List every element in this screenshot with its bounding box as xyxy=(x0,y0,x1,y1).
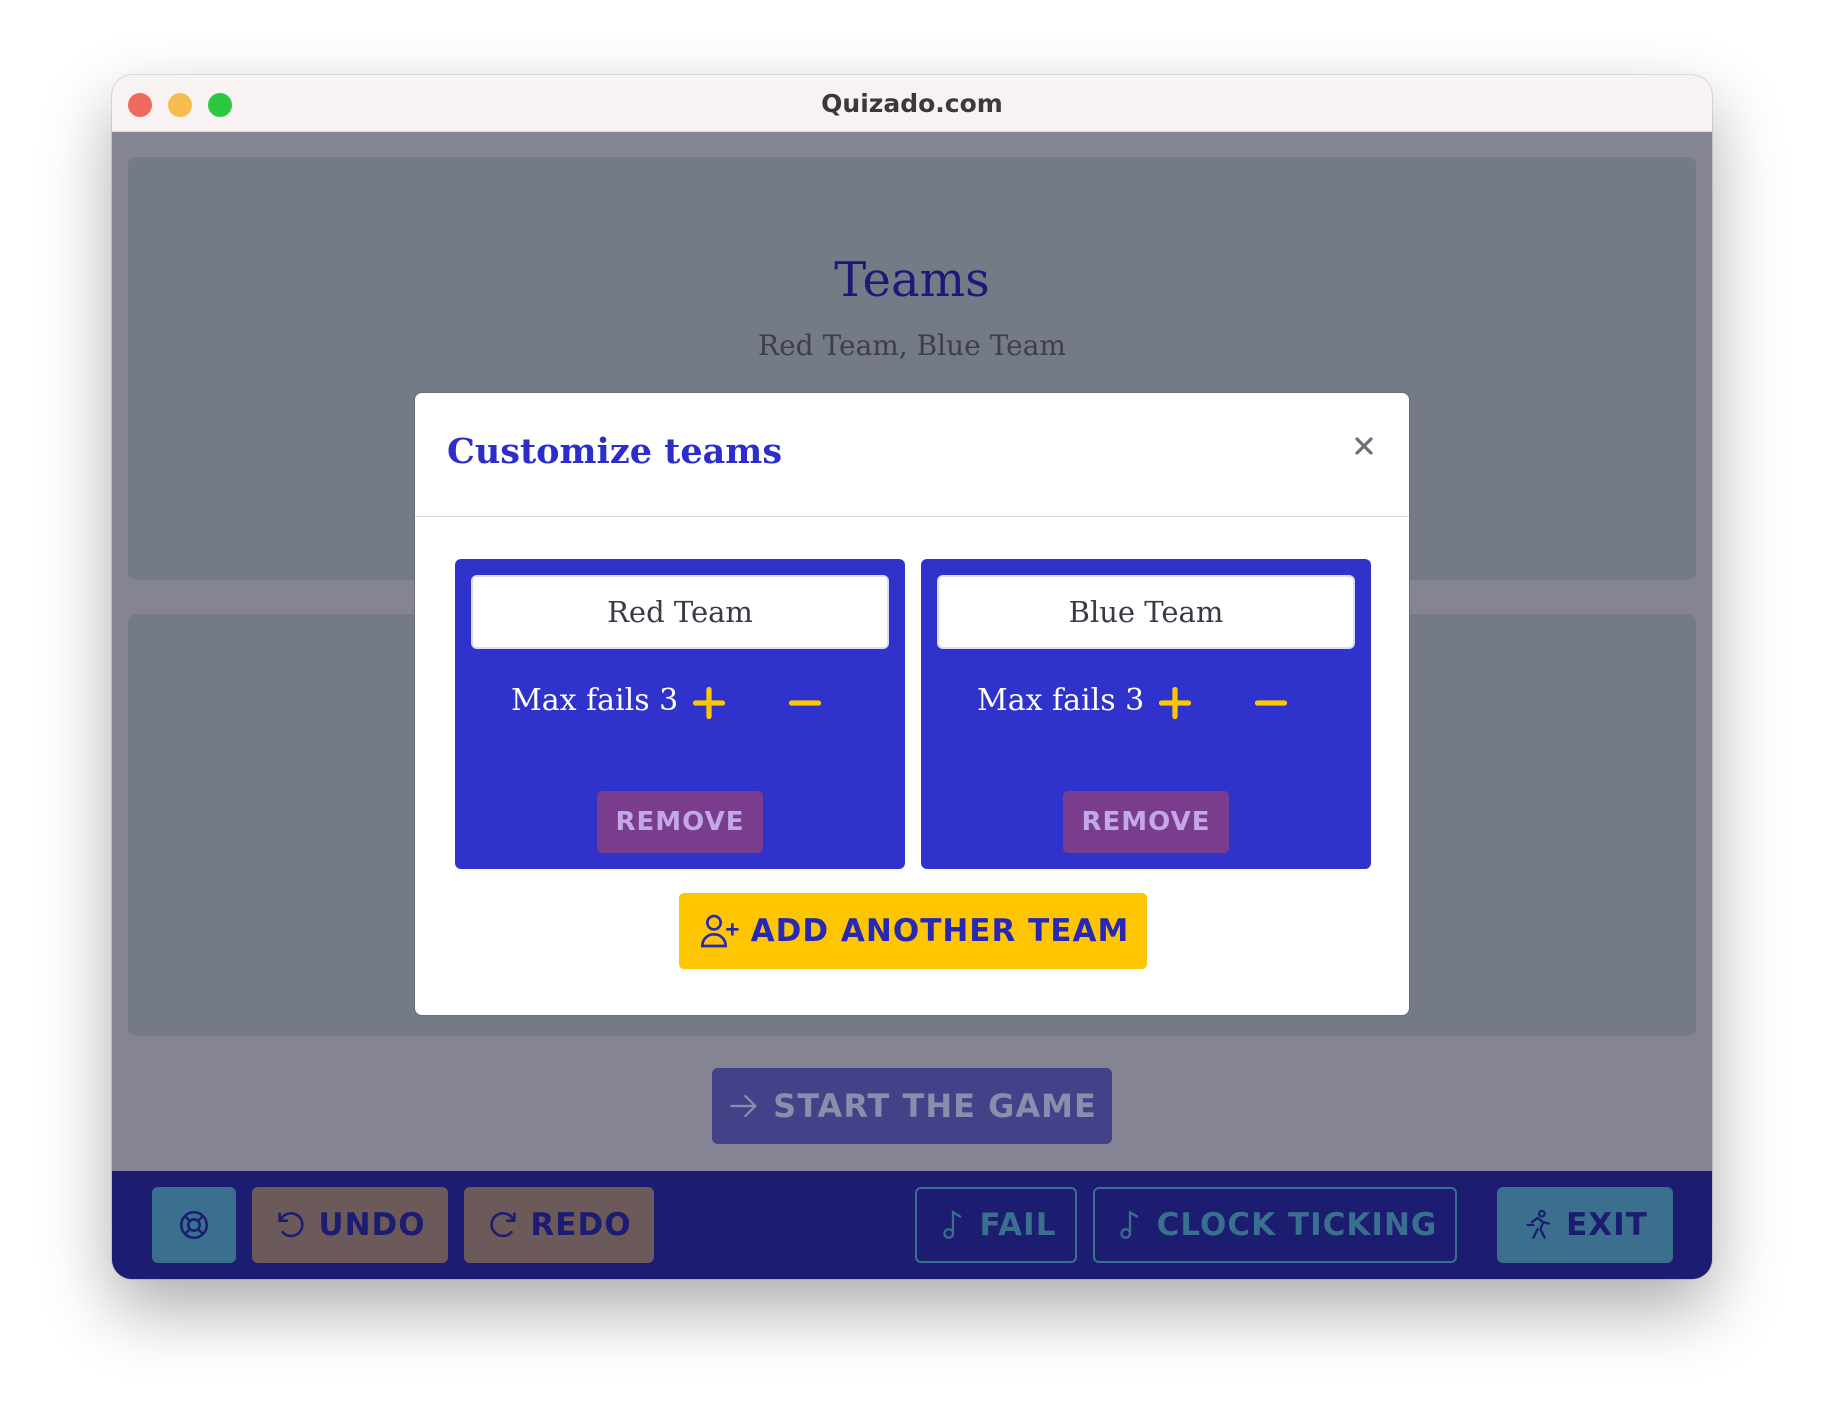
add-team-button[interactable]: ADD ANOTHER TEAM xyxy=(679,893,1147,969)
redo-label: REDO xyxy=(530,1207,632,1243)
teams-heading: Teams xyxy=(834,252,990,308)
team-card-red: Max fails 3 REMOVE xyxy=(455,559,905,869)
lifebuoy-icon xyxy=(179,1210,209,1240)
running-exit-icon xyxy=(1526,1209,1551,1239)
team-name-input[interactable] xyxy=(471,575,889,649)
undo-icon xyxy=(278,1212,305,1238)
plus-icon[interactable] xyxy=(691,685,727,721)
title-bar: Quizado.com xyxy=(112,75,1712,132)
modal-header: Customize teams xyxy=(415,393,1409,517)
max-fails-label: Max fails 3 xyxy=(511,683,679,718)
remove-team-button[interactable]: REMOVE xyxy=(1063,791,1229,853)
redo-button[interactable]: REDO xyxy=(464,1187,654,1263)
max-fails-label: Max fails 3 xyxy=(977,683,1145,718)
plus-icon[interactable] xyxy=(1157,685,1193,721)
clock-ticking-label: CLOCK TICKING xyxy=(1156,1207,1438,1243)
close-modal-button[interactable] xyxy=(1349,431,1379,461)
fail-sound-button[interactable]: FAIL xyxy=(915,1187,1077,1263)
music-note-icon xyxy=(1120,1210,1138,1239)
team-name-input[interactable] xyxy=(937,575,1355,649)
music-note-icon xyxy=(942,1210,961,1239)
teams-summary: Red Team, Blue Team xyxy=(758,329,1066,362)
close-window-button[interactable] xyxy=(128,93,152,117)
arrow-right-icon xyxy=(730,1094,757,1118)
exit-button[interactable]: EXIT xyxy=(1497,1187,1673,1263)
add-user-icon xyxy=(700,914,739,948)
close-icon xyxy=(1355,437,1373,455)
clock-ticking-button[interactable]: CLOCK TICKING xyxy=(1093,1187,1457,1263)
exit-label: EXIT xyxy=(1566,1207,1648,1243)
customize-teams-modal: Customize teams Max fails 3 REMOVE Max f… xyxy=(414,392,1410,1016)
start-game-label: START THE GAME xyxy=(773,1087,1097,1125)
undo-label: UNDO xyxy=(318,1207,426,1243)
redo-icon xyxy=(490,1212,517,1238)
minimize-window-button[interactable] xyxy=(168,93,192,117)
zoom-window-button[interactable] xyxy=(208,93,232,117)
minus-icon[interactable] xyxy=(787,685,823,721)
window-title: Quizado.com xyxy=(821,88,1003,118)
team-card-blue: Max fails 3 REMOVE xyxy=(921,559,1371,869)
undo-button[interactable]: UNDO xyxy=(252,1187,448,1263)
modal-title: Customize teams xyxy=(447,431,783,472)
remove-team-button[interactable]: REMOVE xyxy=(597,791,763,853)
minus-icon[interactable] xyxy=(1253,685,1289,721)
add-team-label: ADD ANOTHER TEAM xyxy=(750,913,1130,949)
help-button[interactable] xyxy=(152,1187,236,1263)
bottom-toolbar: UNDO REDO FAIL CLOCK TICKING EXIT xyxy=(112,1171,1712,1279)
start-game-button[interactable]: START THE GAME xyxy=(712,1068,1112,1144)
fail-label: FAIL xyxy=(979,1207,1057,1243)
